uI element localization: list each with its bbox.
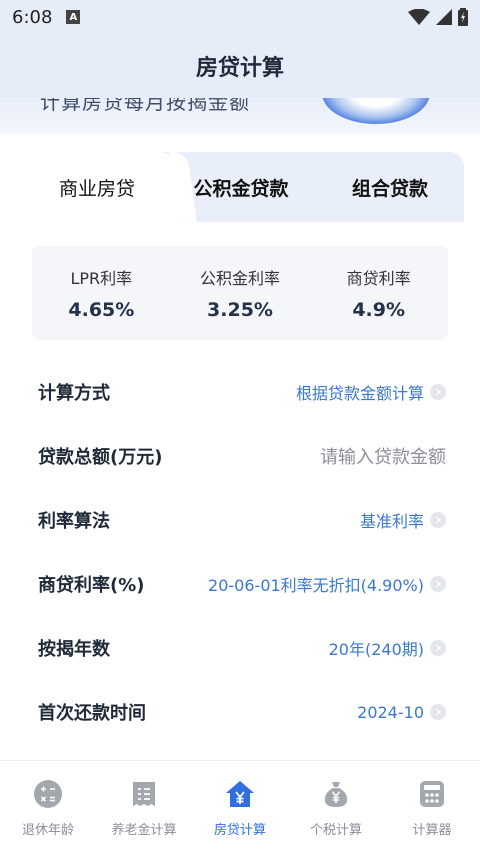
tab-combined-loan[interactable]: 组合贷款: [316, 152, 464, 222]
tabbar-item-mortgage[interactable]: 房贷计算: [192, 761, 288, 855]
tabbar-item-income-tax[interactable]: 个税计算: [288, 761, 384, 855]
row-label: 首次还款时间: [38, 703, 146, 724]
years-row[interactable]: 按揭年数 20年(240期): [38, 628, 446, 668]
tab-commercial-loan[interactable]: 商业房贷: [16, 152, 178, 222]
calculator-icon: [420, 781, 444, 807]
tab-divider: [16, 222, 464, 234]
bottom-tab-bar: 退休年龄 养老金计算 房贷计算 个税计算 计算器: [0, 760, 480, 855]
row-label: 利率算法: [38, 511, 110, 532]
banner-text: 计算房贷每月按揭金额: [40, 98, 250, 114]
wifi-icon: [408, 9, 430, 25]
rate-commercial: 商贷利率 4.9%: [309, 246, 448, 340]
rate-method-row[interactable]: 利率算法 基准利率: [38, 500, 446, 540]
tabbar-item-pension[interactable]: 养老金计算: [96, 761, 192, 855]
tab-provident-fund-loan[interactable]: 公积金贷款: [170, 152, 312, 222]
calculator-symbols-icon: [34, 780, 62, 808]
chevron-right-icon: [430, 576, 446, 592]
row-value: 20-06-01利率无折扣(4.90%): [208, 576, 424, 595]
money-bag-icon: [324, 782, 348, 807]
banner-illustration: [322, 98, 430, 124]
battery-icon: [458, 8, 468, 26]
years-select[interactable]: 20年(240期): [329, 636, 446, 660]
tabbar-label: 个税计算: [309, 823, 362, 838]
row-value: 20年(240期): [328, 640, 424, 659]
rate-provident: 公积金利率 3.25%: [171, 246, 310, 340]
row-label: 计算方式: [38, 383, 110, 404]
tabbar-item-calculator[interactable]: 计算器: [384, 761, 480, 855]
house-yen-icon: [226, 781, 254, 807]
loan-amount-row[interactable]: 贷款总额(万元) 请输入贷款金额: [38, 436, 446, 476]
banner: 计算房贷每月按揭金额: [0, 98, 480, 134]
chevron-right-icon: [430, 704, 446, 720]
chevron-right-icon: [430, 512, 446, 528]
chevron-right-icon: [430, 640, 446, 656]
row-label: 商贷利率(%): [38, 575, 145, 596]
status-indicators: [408, 8, 468, 26]
tabbar-item-retirement-age[interactable]: 退休年龄: [0, 761, 96, 855]
row-label: 贷款总额(万元): [38, 447, 163, 468]
first-payment-select[interactable]: 2024-10: [357, 703, 446, 722]
receipt-icon: [133, 782, 155, 806]
notification-icon: A: [66, 10, 81, 24]
first-payment-row[interactable]: 首次还款时间 2024-10: [38, 692, 446, 732]
rate-label: LPR利率: [70, 269, 133, 288]
rate-label: 公积金利率: [200, 269, 281, 288]
tabbar-label: 养老金计算: [111, 823, 177, 838]
status-bar: 6:08 A: [0, 0, 480, 34]
page-title: 房贷计算: [195, 56, 284, 81]
status-time: 6:08: [12, 6, 53, 28]
row-value: 2024-10: [357, 702, 424, 722]
row-value: 基准利率: [359, 512, 424, 531]
commercial-rate-row[interactable]: 商贷利率(%) 20-06-01利率无折扣(4.90%): [38, 564, 446, 604]
signal-icon: [436, 9, 452, 25]
commercial-rate-select[interactable]: 20-06-01利率无折扣(4.90%): [208, 572, 446, 596]
title-bar: 房贷计算: [0, 34, 480, 98]
tabbar-label: 退休年龄: [21, 823, 74, 838]
rate-label: 商贷利率: [346, 269, 411, 288]
rate-value: 4.65%: [68, 299, 135, 321]
rate-value: 4.9%: [352, 299, 406, 321]
rate-lpr: LPR利率 4.65%: [32, 246, 171, 340]
tabbar-label: 房贷计算: [213, 823, 266, 838]
calculator-card: 商业房贷 公积金贷款 组合贷款 LPR利率 4.65% 公积金利率 3.25% …: [0, 134, 480, 760]
row-value: 根据贷款金额计算: [295, 384, 424, 403]
rate-method-select[interactable]: 基准利率: [360, 508, 446, 532]
chevron-right-icon: [430, 384, 446, 400]
tabbar-label: 计算器: [412, 823, 452, 838]
row-label: 按揭年数: [38, 639, 110, 660]
loan-amount-input[interactable]: 请输入贷款金额: [320, 443, 446, 469]
calc-method-row[interactable]: 计算方式 根据贷款金额计算: [38, 372, 446, 412]
rates-summary: LPR利率 4.65% 公积金利率 3.25% 商贷利率 4.9%: [32, 246, 448, 340]
rate-value: 3.25%: [207, 299, 273, 321]
calc-method-select[interactable]: 根据贷款金额计算: [296, 380, 446, 404]
